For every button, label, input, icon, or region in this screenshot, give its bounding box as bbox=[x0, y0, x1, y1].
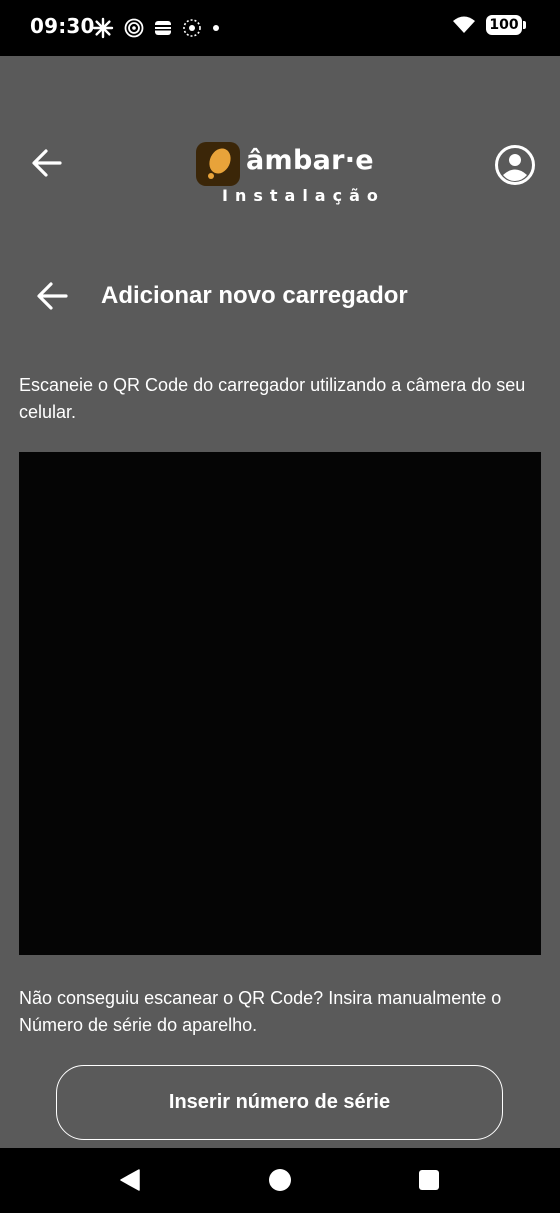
account-circle-icon[interactable] bbox=[494, 144, 536, 186]
back-triangle-icon[interactable] bbox=[118, 1168, 142, 1192]
qr-camera-view[interactable] bbox=[19, 452, 541, 955]
insert-serial-button[interactable]: Inserir número de série bbox=[56, 1065, 503, 1140]
page-title-row: Adicionar novo carregador bbox=[0, 268, 560, 324]
arrow-left-icon[interactable] bbox=[34, 276, 70, 316]
logo-subtitle: Instalação bbox=[222, 186, 385, 205]
status-right: 100 bbox=[452, 15, 526, 35]
wallet-icon bbox=[155, 21, 171, 35]
battery-icon: 100 bbox=[486, 15, 526, 35]
logo-mark-icon bbox=[196, 142, 240, 186]
scan-instructions: Escaneie o QR Code do carregador utiliza… bbox=[19, 375, 526, 422]
recents-square-icon[interactable] bbox=[418, 1168, 440, 1192]
status-bar: 09:30 100 bbox=[0, 0, 560, 56]
manual-entry-help: Não conseguiu escanear o QR Code? Insira… bbox=[19, 988, 502, 1035]
status-time: 09:30 bbox=[30, 14, 95, 38]
logo-wordmark: âmbar·e bbox=[246, 145, 374, 176]
target-icon bbox=[124, 18, 144, 38]
page-title: Adicionar novo carregador bbox=[101, 282, 408, 309]
home-circle-icon[interactable] bbox=[268, 1168, 292, 1192]
app-header: âmbar·e Instalação bbox=[0, 56, 560, 236]
system-nav-bar bbox=[0, 1148, 560, 1213]
notification-dot-icon bbox=[213, 25, 219, 31]
status-icons bbox=[92, 16, 220, 40]
wifi-icon bbox=[453, 16, 475, 33]
app-logo: âmbar·e Instalação bbox=[196, 142, 378, 205]
pinwheel-icon bbox=[92, 17, 114, 39]
data-saver-icon bbox=[183, 19, 201, 37]
arrow-left-icon[interactable] bbox=[28, 144, 66, 182]
